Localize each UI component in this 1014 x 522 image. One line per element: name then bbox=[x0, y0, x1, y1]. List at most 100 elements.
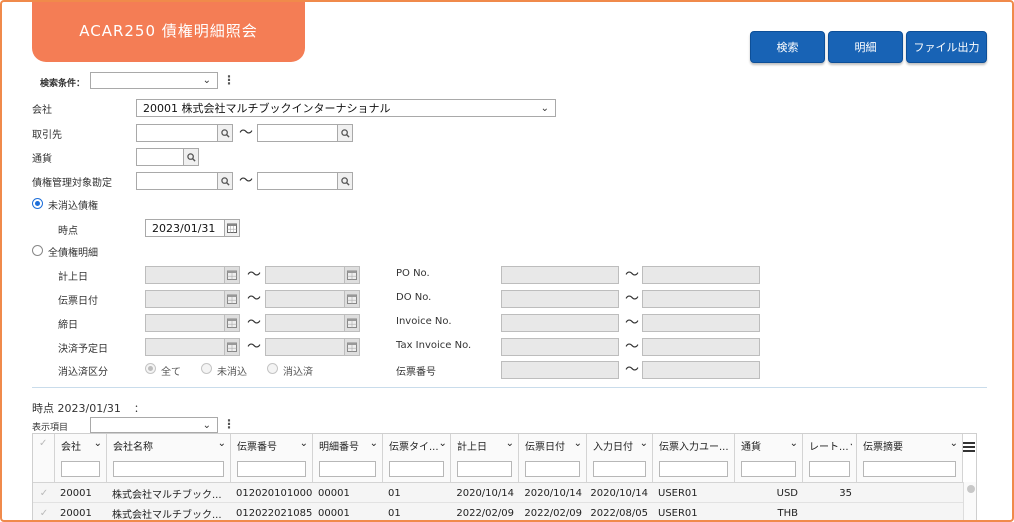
column-header-slip-no[interactable]: 伝票番号 ⌄ bbox=[231, 434, 313, 482]
currency-search-icon[interactable] bbox=[183, 148, 199, 166]
posting-date-to-input[interactable] bbox=[265, 266, 345, 284]
calendar-icon[interactable] bbox=[224, 219, 240, 237]
cell-slip-summary bbox=[857, 503, 963, 520]
closing-date-from-input[interactable] bbox=[145, 314, 225, 332]
calendar-icon[interactable] bbox=[224, 266, 240, 284]
column-header-input-user[interactable]: 伝票入力ユー...⌄ bbox=[653, 434, 735, 482]
partner-label: 取引先 bbox=[32, 130, 62, 141]
cell-company: 20001 bbox=[60, 507, 92, 519]
more-vertical-icon[interactable]: ⋮ bbox=[223, 417, 235, 431]
tax-invoice-no-to-input[interactable] bbox=[642, 338, 760, 356]
point-date-input[interactable]: 2023/01/31 bbox=[145, 219, 225, 237]
settle-all-radio[interactable] bbox=[145, 363, 156, 374]
more-vertical-icon[interactable]: ⋮ bbox=[223, 73, 235, 87]
closing-date-to-input[interactable] bbox=[265, 314, 345, 332]
invoice-no-from-input[interactable] bbox=[501, 314, 619, 332]
po-no-label: PO No. bbox=[396, 268, 430, 279]
calendar-icon[interactable] bbox=[224, 338, 240, 356]
partner-to-search-icon[interactable] bbox=[337, 124, 353, 142]
column-header-detail-no[interactable]: 明細番号 ⌄ bbox=[313, 434, 383, 482]
search-conditions-select[interactable]: ⌄ bbox=[90, 72, 218, 89]
settle-settled-label: 消込済 bbox=[283, 367, 313, 378]
currency-input[interactable] bbox=[136, 148, 184, 166]
column-filter-input[interactable] bbox=[741, 461, 796, 477]
column-filter-input[interactable] bbox=[237, 461, 306, 477]
table-row[interactable]: ✓ 20001 株式会社マルチブック... 012022021085 00001… bbox=[33, 502, 976, 521]
calendar-icon[interactable] bbox=[344, 266, 360, 284]
column-filter-input[interactable] bbox=[457, 461, 512, 477]
display-items-label: 表示項目 bbox=[32, 423, 69, 433]
column-header-rate[interactable]: レート...⌄ bbox=[803, 434, 857, 482]
account-from-search-icon[interactable] bbox=[217, 172, 233, 190]
file-output-button[interactable]: ファイル出力 bbox=[906, 31, 987, 63]
tax-invoice-no-from-input[interactable] bbox=[501, 338, 619, 356]
column-header-slip-type[interactable]: 伝票タイ...⌄ bbox=[383, 434, 451, 482]
column-header-posting-date[interactable]: 計上日 ⌄ bbox=[451, 434, 519, 482]
unsettled-label: 未消込債権 bbox=[48, 201, 98, 212]
column-header-company[interactable]: 会社 ⌄ bbox=[55, 434, 107, 482]
po-no-to-input[interactable] bbox=[642, 266, 760, 284]
calendar-icon[interactable] bbox=[224, 314, 240, 332]
grid-header-check[interactable]: ✓ bbox=[33, 434, 55, 482]
calendar-icon[interactable] bbox=[344, 338, 360, 356]
column-filter-input[interactable] bbox=[113, 461, 224, 477]
check-icon[interactable]: ✓ bbox=[40, 488, 48, 499]
detail-button[interactable]: 明細 bbox=[828, 31, 903, 63]
column-header-input-date[interactable]: 入力日付 ⌄ bbox=[587, 434, 653, 482]
table-row[interactable]: ✓ 20001 株式会社マルチブック... 012020101000 00001… bbox=[33, 482, 976, 502]
display-items-select[interactable]: ⌄ bbox=[90, 417, 218, 433]
settle-unsettled-radio[interactable] bbox=[201, 363, 212, 374]
column-header-slip-summary[interactable]: 伝票摘要 ⌄ bbox=[857, 434, 963, 482]
cell-posting-date: 2020/10/14 bbox=[456, 487, 514, 499]
calendar-icon[interactable] bbox=[224, 290, 240, 308]
cell-company-name: 株式会社マルチブック... bbox=[112, 509, 222, 521]
grid-scrollbar[interactable] bbox=[963, 482, 976, 520]
unsettled-radio[interactable] bbox=[32, 198, 43, 209]
company-select[interactable]: 20001 株式会社マルチブックインターナショナル ⌄ bbox=[136, 99, 556, 117]
slip-date-to-input[interactable] bbox=[265, 290, 345, 308]
partner-to-input[interactable] bbox=[257, 124, 339, 142]
slip-date-from-input[interactable] bbox=[145, 290, 225, 308]
column-header-slip-date[interactable]: 伝票日付 ⌄ bbox=[519, 434, 587, 482]
settle-date-to-input[interactable] bbox=[265, 338, 345, 356]
column-filter-input[interactable] bbox=[593, 461, 646, 477]
po-no-from-input[interactable] bbox=[501, 266, 619, 284]
section-divider bbox=[32, 387, 987, 388]
calendar-icon[interactable] bbox=[344, 290, 360, 308]
settle-settled-radio[interactable] bbox=[267, 363, 278, 374]
column-filter-input[interactable] bbox=[61, 461, 100, 477]
partner-from-search-icon[interactable] bbox=[217, 124, 233, 142]
all-detail-radio[interactable] bbox=[32, 245, 43, 256]
settle-date-from-input[interactable] bbox=[145, 338, 225, 356]
result-colon: ： bbox=[134, 404, 144, 415]
app-frame: ACAR250 債権明細照会 検索 明細 ファイル出力 検索条件： ⌄ ⋮ 会社… bbox=[0, 0, 1014, 522]
account-to-input[interactable] bbox=[257, 172, 339, 190]
column-filter-input[interactable] bbox=[319, 461, 376, 477]
posting-date-from-input[interactable] bbox=[145, 266, 225, 284]
calendar-icon[interactable] bbox=[344, 314, 360, 332]
column-filter-input[interactable] bbox=[809, 461, 850, 477]
settle-all-label: 全て bbox=[161, 367, 181, 378]
partner-from-input[interactable] bbox=[136, 124, 218, 142]
column-filter-input[interactable] bbox=[659, 461, 728, 477]
column-header-company-name[interactable]: 会社名称 ⌄ bbox=[107, 434, 231, 482]
column-filter-input[interactable] bbox=[525, 461, 580, 477]
cell-currency: USD bbox=[776, 487, 798, 499]
slip-no-to-input[interactable] bbox=[642, 361, 760, 379]
slip-no-from-input[interactable] bbox=[501, 361, 619, 379]
column-menu-icon[interactable] bbox=[963, 442, 975, 454]
range-tilde: ～ bbox=[247, 291, 261, 307]
column-filter-input[interactable] bbox=[863, 461, 956, 477]
do-no-to-input[interactable] bbox=[642, 290, 760, 308]
invoice-no-to-input[interactable] bbox=[642, 314, 760, 332]
column-filter-input[interactable] bbox=[389, 461, 444, 477]
cell-input-date: 2022/08/05 bbox=[590, 507, 648, 519]
account-to-search-icon[interactable] bbox=[337, 172, 353, 190]
search-button[interactable]: 検索 bbox=[750, 31, 825, 63]
check-icon[interactable]: ✓ bbox=[40, 508, 48, 519]
scroll-thumb[interactable] bbox=[967, 485, 975, 493]
chevron-down-icon: ⌄ bbox=[789, 438, 798, 449]
account-from-input[interactable] bbox=[136, 172, 218, 190]
column-header-currency[interactable]: 通貨 ⌄ bbox=[735, 434, 803, 482]
do-no-from-input[interactable] bbox=[501, 290, 619, 308]
